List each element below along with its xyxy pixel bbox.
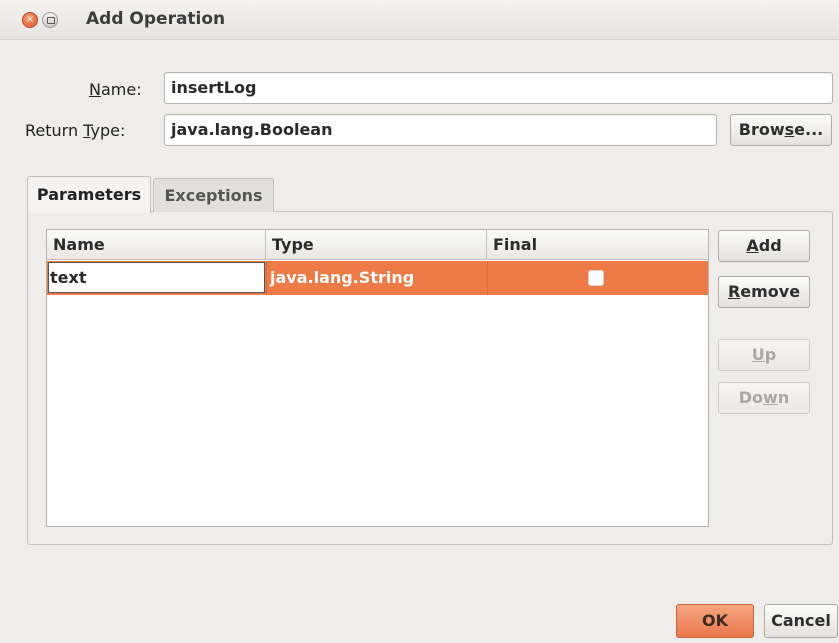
down-button[interactable]: Down [718,382,810,414]
column-separator [487,261,488,295]
maximize-icon[interactable] [42,12,58,28]
up-button[interactable]: Up [718,339,810,371]
return-type-label: Return Type: [25,121,126,140]
tab-parameters[interactable]: Parameters [27,176,151,213]
window-title: Add Operation [86,9,226,29]
return-type-input[interactable]: java.lang.Boolean [164,114,717,146]
final-checkbox[interactable] [588,270,604,286]
add-button[interactable]: Add [718,230,810,262]
tab-exceptions[interactable]: Exceptions [153,178,274,212]
column-header-name[interactable]: Name [47,230,266,260]
column-header-type[interactable]: Type [266,230,487,260]
cancel-button[interactable]: Cancel [764,604,838,638]
close-icon[interactable]: × [22,12,38,28]
param-type-cell[interactable]: java.lang.String [266,261,487,295]
name-label: Name: [89,80,142,99]
remove-button[interactable]: Remove [718,276,810,308]
title-bar: × Add Operation [0,0,839,40]
browse-button[interactable]: Browse... [730,114,832,146]
param-name-cell[interactable]: text [48,262,265,293]
column-header-final[interactable]: Final [487,230,708,260]
name-input[interactable]: insertLog [164,72,833,104]
ok-button[interactable]: OK [676,604,754,638]
